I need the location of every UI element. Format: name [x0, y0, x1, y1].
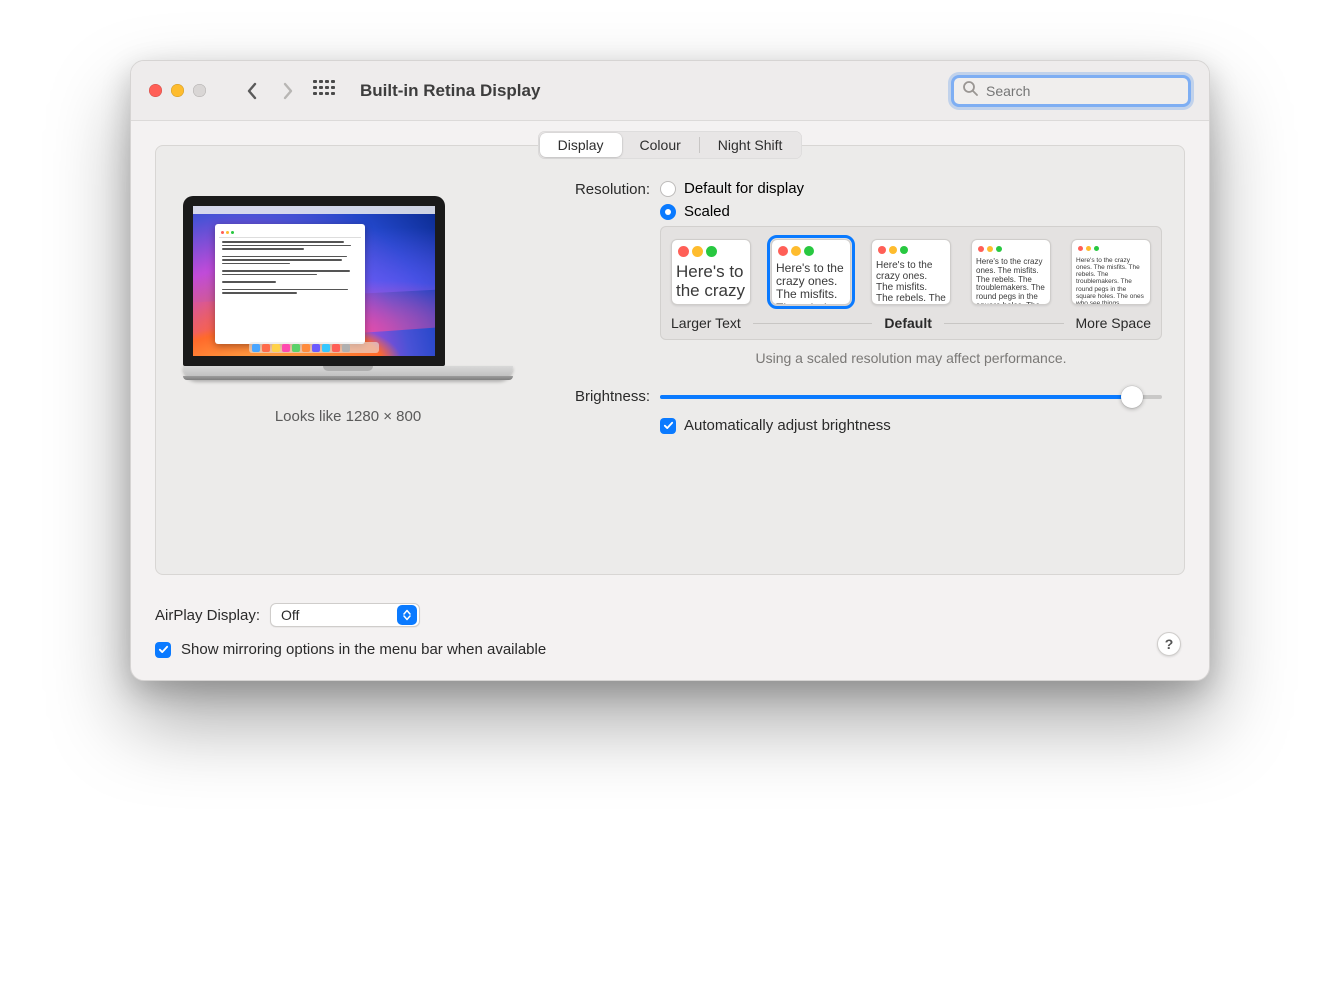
- footer: AirPlay Display: Off Show mirroring opti…: [131, 599, 1209, 680]
- scaling-options: Here's to the crazy ones. The misfits. T…: [660, 226, 1162, 340]
- scale-thumb-3[interactable]: Here's to the crazy ones. The misfits. T…: [871, 239, 951, 305]
- airplay-select[interactable]: Off: [270, 603, 420, 627]
- thumb-text: Here's to the crazy ones. The misfits. T…: [672, 263, 750, 304]
- radio-scaled[interactable]: Scaled: [660, 203, 804, 220]
- tab-display[interactable]: Display: [540, 133, 622, 157]
- tab-colour[interactable]: Colour: [622, 133, 699, 157]
- preferences-window: Built-in Retina Display Display Colour N…: [130, 60, 1210, 681]
- checkbox-checked-icon: [660, 418, 676, 434]
- help-icon: ?: [1165, 636, 1174, 652]
- separator-line: [944, 323, 1064, 324]
- tab-night-shift[interactable]: Night Shift: [700, 133, 801, 157]
- label-more-space: More Space: [1076, 315, 1151, 331]
- radio-label: Scaled: [684, 203, 730, 220]
- scale-thumb-1[interactable]: Here's to the crazy ones. The misfits. T…: [671, 239, 751, 305]
- slider-knob[interactable]: [1121, 386, 1143, 408]
- auto-brightness-checkbox[interactable]: Automatically adjust brightness: [660, 417, 1162, 434]
- airplay-value: Off: [281, 607, 299, 623]
- back-button[interactable]: [238, 77, 266, 105]
- radio-default-for-display[interactable]: Default for display: [660, 180, 804, 197]
- display-preview: Looks like 1280 × 800: [178, 176, 518, 524]
- close-window-button[interactable]: [149, 84, 162, 97]
- forward-button-disabled: [274, 77, 302, 105]
- settings-column: Resolution: Default for display Scaled: [518, 176, 1162, 524]
- macbook-illustration: [183, 196, 513, 380]
- scale-thumb-2[interactable]: Here's to the crazy ones. The misfits. T…: [771, 239, 851, 305]
- radio-icon-selected: [660, 204, 676, 220]
- checkbox-label: Automatically adjust brightness: [684, 417, 891, 434]
- radio-label: Default for display: [684, 180, 804, 197]
- search-field[interactable]: [951, 75, 1191, 107]
- separator-line: [753, 323, 873, 324]
- help-button[interactable]: ?: [1157, 632, 1181, 656]
- thumb-text: Here's to the crazy ones. The misfits. T…: [1072, 257, 1150, 304]
- resolution-description: Looks like 1280 × 800: [275, 408, 421, 425]
- show-all-button[interactable]: [310, 77, 338, 105]
- minimize-window-button[interactable]: [171, 84, 184, 97]
- brightness-slider[interactable]: [660, 395, 1162, 399]
- brightness-label: Brightness:: [518, 388, 660, 405]
- resolution-label: Resolution:: [518, 180, 660, 198]
- thumb-text: Here's to the crazy ones. The misfits. T…: [972, 258, 1050, 304]
- select-arrows-icon: [397, 605, 417, 625]
- scale-thumb-5[interactable]: Here's to the crazy ones. The misfits. T…: [1071, 239, 1151, 305]
- checkbox-checked-icon: [155, 642, 171, 658]
- window-controls: [149, 84, 206, 97]
- checkbox-label: Show mirroring options in the menu bar w…: [181, 641, 546, 658]
- window-title: Built-in Retina Display: [360, 81, 540, 101]
- thumb-text: Here's to the crazy ones. The misfits. T…: [772, 262, 850, 304]
- performance-note: Using a scaled resolution may affect per…: [660, 350, 1162, 366]
- zoom-window-button-disabled: [193, 84, 206, 97]
- toolbar: Built-in Retina Display: [131, 61, 1209, 121]
- thumb-text: Here's to the crazy ones. The misfits. T…: [872, 260, 950, 304]
- radio-icon: [660, 181, 676, 197]
- mirroring-checkbox[interactable]: Show mirroring options in the menu bar w…: [155, 641, 1185, 658]
- slider-fill: [660, 395, 1132, 399]
- tab-bar: Display Colour Night Shift: [538, 131, 803, 159]
- nav-buttons: [238, 77, 338, 105]
- search-icon: [962, 80, 978, 101]
- search-input[interactable]: [984, 82, 1180, 100]
- grid-icon: [313, 80, 335, 102]
- settings-panel: Looks like 1280 × 800 Resolution: Defaul…: [155, 145, 1185, 575]
- label-larger-text: Larger Text: [671, 315, 741, 331]
- label-default: Default: [884, 315, 931, 331]
- airplay-label: AirPlay Display:: [155, 607, 260, 624]
- scale-thumb-4[interactable]: Here's to the crazy ones. The misfits. T…: [971, 239, 1051, 305]
